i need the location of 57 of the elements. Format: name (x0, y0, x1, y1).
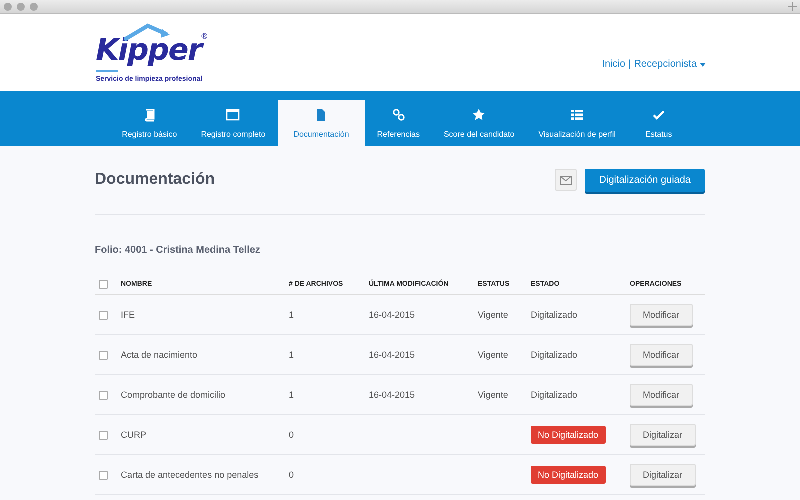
file-count: 1 (289, 350, 294, 360)
document-name: Carta de antecedentes no penales (121, 470, 259, 480)
nav-tab[interactable]: Registro básico (110, 101, 190, 146)
document-name: CURP (121, 430, 147, 440)
row-checkbox[interactable] (99, 310, 108, 320)
document-name: IFE (121, 310, 136, 320)
link-icon (392, 108, 406, 122)
validity-status: Vigente (478, 310, 508, 320)
select-all-checkbox[interactable] (99, 280, 108, 288)
user-menu-link[interactable]: Recepcionista (634, 59, 706, 70)
document-name: Acta de nacimiento (121, 350, 198, 360)
document-name: Comprobante de domicilio (121, 390, 226, 400)
caret-icon (700, 62, 706, 66)
scan-state-badge: No Digitalizado (531, 466, 606, 484)
guided-scan-button[interactable]: Digitalización guiada (585, 168, 705, 192)
modified-date: 16-04-2015 (369, 310, 416, 320)
email-button[interactable] (555, 169, 578, 191)
scan-state-badge: No Digitalizado (531, 426, 606, 444)
envelope-icon (560, 176, 572, 184)
row-action-button[interactable]: Digitalizar (630, 424, 696, 446)
scan-state: Digitalizado (531, 310, 578, 320)
list-icon (570, 108, 584, 122)
file-count: 0 (289, 430, 294, 440)
nav-tab[interactable]: Visualización de perfil (526, 101, 628, 146)
scan-state: Digitalizado (531, 390, 578, 400)
row-checkbox[interactable] (99, 430, 108, 440)
home-link[interactable]: Inicio (602, 59, 626, 70)
row-action-button[interactable]: Digitalizar (630, 464, 696, 486)
window-icon (226, 108, 240, 122)
nav-tab[interactable]: Documentación (278, 100, 366, 146)
row-action-button[interactable]: Modificar (630, 344, 693, 366)
folio-heading: Folio: 4001 - Cristina Medina Tellez (95, 245, 262, 256)
star-icon (472, 108, 486, 122)
row-action-button[interactable]: Modificar (630, 304, 693, 326)
validity-status: Vigente (478, 390, 508, 400)
plus-icon[interactable] (788, 2, 797, 11)
logo-wordmark: Kipper (96, 34, 202, 68)
page-title: Documentación (95, 171, 216, 189)
validity-status: Vigente (478, 350, 508, 360)
file-count: 1 (289, 390, 294, 400)
registered-mark: ® (202, 32, 208, 41)
nav-tab[interactable]: Registro completo (189, 101, 278, 146)
nav-tab[interactable]: Referencias (365, 101, 432, 146)
modified-date: 16-04-2015 (369, 390, 416, 400)
nav-tab[interactable]: Estatus (628, 101, 690, 146)
book-icon (142, 108, 157, 122)
file-count: 1 (289, 310, 294, 320)
modified-date: 16-04-2015 (369, 350, 416, 360)
row-checkbox[interactable] (99, 350, 108, 360)
row-checkbox[interactable] (99, 390, 108, 400)
row-action-button[interactable]: Modificar (630, 384, 693, 406)
menu-separator: | (628, 59, 632, 70)
file-count: 0 (289, 470, 294, 480)
nav-tab[interactable]: Score del candidato (432, 101, 527, 146)
check-icon (652, 108, 666, 122)
scan-state: Digitalizado (531, 350, 578, 360)
row-checkbox[interactable] (99, 470, 108, 480)
